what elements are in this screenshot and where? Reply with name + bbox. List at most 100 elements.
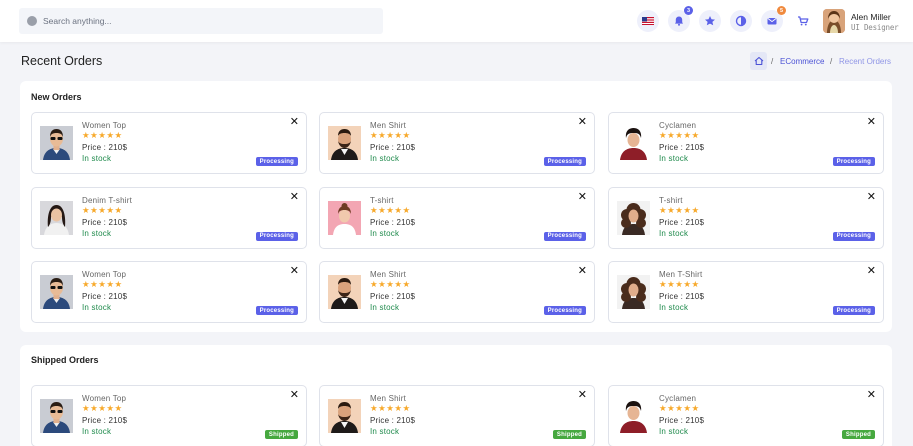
rating-stars: ★★★★★: [659, 130, 700, 140]
cart-button[interactable]: [792, 10, 814, 32]
close-icon[interactable]: ✕: [290, 191, 299, 203]
product-name: Women Top: [82, 121, 127, 130]
order-card[interactable]: T-shirt ★★★★★ Price : 210$ In stock ✕ Process…: [608, 186, 884, 249]
product-name: Denim T-shirt: [82, 195, 133, 205]
status-badge: Processing: [255, 231, 298, 241]
product-name: Men Shirt: [370, 394, 407, 403]
rating-stars: ★★★★★: [659, 403, 700, 413]
product-price: Price : 210$: [370, 416, 416, 425]
stock-status: In stock: [370, 228, 400, 238]
close-icon[interactable]: ✕: [578, 117, 587, 128]
status-badge: Shipped: [552, 430, 586, 439]
close-icon[interactable]: ✕: [578, 191, 587, 203]
product-name: Cyclamen: [659, 394, 697, 403]
search-icon: [27, 16, 37, 26]
order-card[interactable]: Cyclamen ★★★★★ Price : 210$ In stock ✕ Proces…: [608, 112, 884, 174]
status-badge: Processing: [832, 231, 875, 241]
close-icon[interactable]: ✕: [867, 191, 876, 203]
order-card[interactable]: Women Top ★★★★★ Price : 210$ In stock ✕ Shipp…: [31, 385, 307, 446]
close-icon[interactable]: ✕: [290, 117, 299, 128]
rating-stars: ★★★★★: [82, 403, 123, 413]
status-badge: Processing: [255, 157, 298, 166]
close-icon[interactable]: ✕: [578, 266, 587, 277]
breadcrumb-separator: /: [771, 57, 774, 66]
top-bar: Search anything... 3 5 Alen Miller UI De…: [0, 0, 913, 42]
stock-status: In stock: [370, 154, 400, 163]
product-price: Price : 210$: [659, 143, 705, 152]
star-icon: [705, 16, 715, 26]
rating-stars: ★★★★★: [82, 204, 123, 215]
theme-toggle-button[interactable]: [730, 10, 752, 32]
user-role: UI Designer: [851, 23, 899, 32]
breadcrumb-current: Recent Orders: [839, 57, 892, 66]
rating-stars: ★★★★★: [370, 204, 411, 215]
close-icon[interactable]: ✕: [290, 266, 299, 277]
status-badge: Processing: [832, 306, 875, 315]
rating-stars: ★★★★★: [82, 130, 123, 140]
order-card[interactable]: Men Shirt ★★★★★ Price : 210$ In stock ✕ Shipp…: [319, 385, 595, 446]
product-image: [617, 399, 650, 433]
status-badge: Shipped: [841, 430, 875, 439]
order-card[interactable]: Women Top ★★★★★ Price : 210$ In stock ✕ Proce…: [31, 112, 307, 174]
favorites-button[interactable]: [699, 10, 721, 32]
product-name: Men Shirt: [370, 121, 407, 130]
stock-status: In stock: [370, 427, 400, 436]
product-price: Price : 210$: [82, 217, 128, 227]
search-input[interactable]: Search anything...: [19, 8, 383, 34]
language-button[interactable]: [637, 10, 659, 32]
breadcrumb-ecommerce[interactable]: ECommerce: [780, 57, 824, 66]
status-badge: Processing: [543, 231, 586, 241]
breadcrumb-home[interactable]: [750, 52, 767, 70]
product-image: [328, 275, 361, 309]
user-avatar[interactable]: [823, 9, 845, 33]
product-image: [617, 200, 650, 235]
close-icon[interactable]: ✕: [867, 390, 876, 401]
user-name: Alen Miller: [851, 12, 891, 22]
product-name: Cyclamen: [659, 121, 697, 130]
stock-status: In stock: [82, 154, 112, 163]
product-name: Women Top: [82, 270, 127, 279]
product-name: Men T-Shirt: [659, 270, 703, 279]
product-name: T-shirt: [370, 195, 394, 205]
close-icon[interactable]: ✕: [867, 266, 876, 277]
order-card[interactable]: Men Shirt ★★★★★ Price : 210$ In stock ✕ Proce…: [319, 112, 595, 174]
new-orders-title: New Orders: [31, 92, 82, 102]
order-card[interactable]: Cyclamen ★★★★★ Price : 210$ In stock ✕ Shippe…: [608, 385, 884, 446]
us-flag-icon: [642, 17, 654, 25]
close-icon[interactable]: ✕: [867, 117, 876, 128]
product-name: Men Shirt: [370, 270, 407, 279]
order-card[interactable]: Men T-Shirt ★★★★★ Price : 210$ In stock ✕ Pro…: [608, 261, 884, 323]
stock-status: In stock: [82, 427, 112, 436]
stock-status: In stock: [82, 303, 112, 312]
messages-badge: 5: [777, 6, 786, 15]
rating-stars: ★★★★★: [370, 279, 411, 289]
product-price: Price : 210$: [659, 217, 705, 227]
home-icon: [754, 56, 763, 66]
product-image: [617, 126, 650, 160]
close-icon[interactable]: ✕: [290, 390, 299, 401]
messages-button[interactable]: 5: [761, 6, 786, 32]
stock-status: In stock: [370, 303, 400, 312]
status-badge: Processing: [543, 306, 586, 315]
product-image: [617, 275, 650, 309]
stock-status: In stock: [659, 303, 689, 312]
product-price: Price : 210$: [370, 143, 416, 152]
stock-status: In stock: [659, 427, 689, 436]
close-icon[interactable]: ✕: [578, 390, 587, 401]
stock-status: In stock: [82, 228, 112, 238]
user-avatar-image: [823, 9, 845, 33]
rating-stars: ★★★★★: [370, 130, 411, 140]
product-name: Women Top: [82, 394, 127, 403]
order-card[interactable]: T-shirt ★★★★★ Price : 210$ In stock ✕ Process…: [319, 186, 595, 249]
product-price: Price : 210$: [370, 217, 416, 227]
search-placeholder: Search anything...: [43, 16, 112, 26]
product-image: [328, 126, 361, 160]
order-card[interactable]: Women Top ★★★★★ Price : 210$ In stock ✕ Proce…: [31, 261, 307, 323]
rating-stars: ★★★★★: [370, 403, 411, 413]
product-image: [328, 399, 361, 433]
product-price: Price : 210$: [659, 416, 705, 425]
notifications-button[interactable]: 3: [668, 6, 693, 32]
order-card[interactable]: Denim T-shirt ★★★★★ Price : 210$ In stock ✕ P…: [31, 186, 307, 249]
product-image: [328, 200, 361, 235]
order-card[interactable]: Men Shirt ★★★★★ Price : 210$ In stock ✕ Proce…: [319, 261, 595, 323]
